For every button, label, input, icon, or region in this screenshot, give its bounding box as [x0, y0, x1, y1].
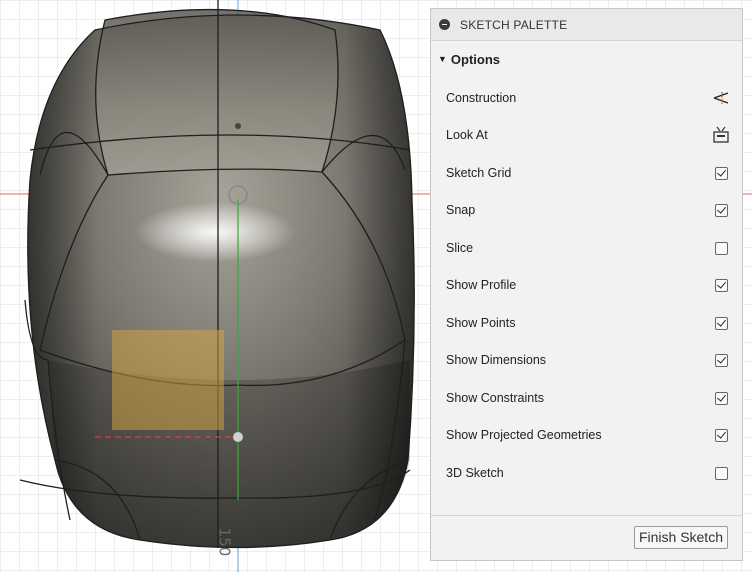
look-at-icon[interactable]: [711, 126, 731, 144]
show-profile-checkbox[interactable]: [714, 278, 728, 292]
slice-checkbox[interactable]: [714, 241, 728, 255]
sketch-grid-checkbox[interactable]: [714, 166, 728, 180]
option-row-construction[interactable]: Construction: [446, 86, 731, 110]
option-label: Show Points: [446, 316, 516, 330]
sketch-point[interactable]: [233, 432, 243, 442]
finish-sketch-button[interactable]: Finish Sketch: [633, 526, 728, 549]
option-label: Show Projected Geometries: [446, 428, 602, 442]
palette-footer: Finish Sketch: [431, 515, 742, 560]
option-label: Snap: [446, 203, 476, 217]
dimension-label[interactable]: 150: [215, 528, 233, 557]
selection-rectangle[interactable]: [112, 330, 224, 430]
option-label: Show Profile: [446, 278, 517, 292]
option-row-slice[interactable]: Slice: [446, 236, 731, 260]
show-dimensions-checkbox[interactable]: [714, 353, 728, 367]
option-label: Show Constraints: [446, 391, 544, 405]
option-row-show-dimensions[interactable]: Show Dimensions: [446, 348, 731, 372]
palette-header[interactable]: SKETCH PALETTE: [431, 9, 742, 41]
show-projected-geometries-checkbox[interactable]: [714, 428, 728, 442]
cushion-body[interactable]: [19, 0, 415, 549]
option-label: Construction: [446, 91, 517, 105]
triangle-down-icon: ▼: [438, 54, 447, 64]
sketch-palette: SKETCH PALETTE ▼ Options Construction Lo…: [430, 8, 743, 561]
show-constraints-checkbox[interactable]: [714, 391, 728, 405]
option-label: Show Dimensions: [446, 353, 547, 367]
option-label: 3D Sketch: [446, 466, 504, 480]
option-label: Sketch Grid: [446, 166, 512, 180]
option-row-look-at[interactable]: Look At: [446, 123, 731, 147]
snap-checkbox[interactable]: [714, 203, 728, 217]
option-row-show-points[interactable]: Show Points: [446, 311, 731, 335]
collapse-icon[interactable]: [439, 19, 450, 30]
option-row-snap[interactable]: Snap: [446, 198, 731, 222]
option-row-3d-sketch[interactable]: 3D Sketch: [446, 461, 731, 485]
palette-title: SKETCH PALETTE: [460, 17, 568, 32]
sketch-point[interactable]: [235, 123, 241, 129]
option-row-show-constraints[interactable]: Show Constraints: [446, 386, 731, 410]
section-label: Options: [450, 51, 501, 67]
option-label: Slice: [446, 241, 474, 255]
show-points-checkbox[interactable]: [714, 316, 728, 330]
options-section-header[interactable]: ▼ Options: [431, 41, 742, 77]
option-label: Look At: [446, 128, 488, 142]
3d-sketch-checkbox[interactable]: [714, 466, 728, 480]
option-row-show-projected-geometries[interactable]: Show Projected Geometries: [446, 423, 731, 447]
option-row-sketch-grid[interactable]: Sketch Grid: [446, 161, 731, 185]
construction-icon[interactable]: [711, 90, 731, 106]
option-row-show-profile[interactable]: Show Profile: [446, 273, 731, 297]
dimension-label[interactable]: 50: [353, 173, 369, 191]
